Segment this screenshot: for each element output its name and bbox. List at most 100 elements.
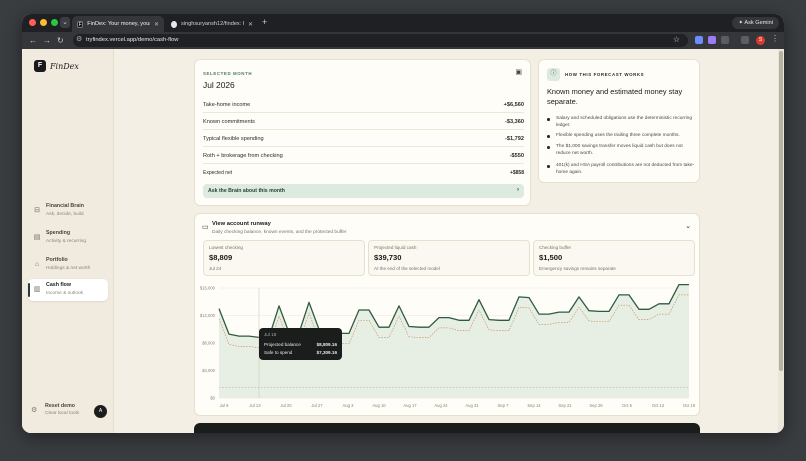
brand-name: FinDex	[50, 61, 79, 71]
bullet-text: Salary and scheduled obligations use the…	[556, 116, 692, 128]
x-tick-label: Jul 20	[280, 403, 292, 408]
stat-projected-liquid-cash: Projected liquid cash $39,730 At the end…	[368, 240, 530, 276]
minimize-window-button[interactable]	[40, 19, 47, 26]
x-tick-label: Sep 28	[589, 403, 603, 408]
summary-row: Known commitments -$3,360	[203, 115, 524, 130]
sidebar-item-cash-flow[interactable]: ▥ Cash flow Income & outlook	[28, 279, 108, 301]
sidebar-item-financial-brain[interactable]: ⊟ Financial Brain Ask, decide, build	[28, 200, 108, 222]
y-tick-label: $8,000	[202, 341, 215, 346]
y-tick-label: $12,000	[200, 313, 216, 318]
expected-net-row: Expected net +$858	[203, 166, 524, 181]
scrollbar-thumb[interactable]	[779, 51, 783, 371]
tooltip-label: Safe to spend	[264, 350, 293, 355]
sidebar-item-spending[interactable]: ▤ Spending Activity & recurring	[28, 227, 108, 249]
nav-title: Spending	[46, 230, 71, 236]
close-window-button[interactable]	[29, 19, 36, 26]
window-controls	[29, 19, 58, 26]
media-control-icon[interactable]	[741, 36, 749, 44]
x-tick-label: Aug 17	[403, 403, 417, 408]
stat-label: Checking buffer	[539, 245, 572, 250]
chart-tooltip: Jul 18 Projected balance $8,809.16 Safe …	[259, 328, 342, 360]
page-scrollbar[interactable]	[778, 49, 784, 433]
browser-tab-github[interactable]: singhsuryansh12/findex: FinDex ✕	[166, 16, 258, 32]
sidebar-item-portfolio[interactable]: ⌂ Portfolio Holdings & net worth	[28, 254, 108, 276]
row-value: +$858	[509, 170, 524, 176]
tooltip-date: Jul 18	[264, 332, 277, 337]
runway-title[interactable]: View account runway	[212, 221, 271, 227]
stat-checking-buffer: Checking buffer $1,500 Emergency savings…	[533, 240, 695, 276]
logo-mark: F	[34, 60, 46, 72]
extension-icon[interactable]	[708, 36, 716, 44]
close-tab-icon[interactable]: ✕	[248, 21, 253, 28]
user-avatar[interactable]: A	[94, 405, 107, 418]
forward-arrow-icon[interactable]: →	[43, 35, 51, 46]
back-arrow-icon[interactable]: ←	[29, 35, 37, 46]
nav-subtitle: Activity & recurring	[46, 239, 86, 244]
chevron-right-icon: ›	[517, 187, 519, 193]
list-item: Salary and scheduled obligations use the…	[547, 116, 697, 129]
bank-icon: ⌂	[34, 261, 40, 268]
tab-bar: ⌄ F FinDex: Your money, your tools ✕ sin…	[22, 14, 784, 32]
row-label: Typical flexible spending	[203, 136, 264, 142]
more-options-icon[interactable]: ⋮	[771, 34, 779, 43]
y-tick-label: $0	[210, 396, 215, 401]
extension-icon[interactable]	[695, 36, 703, 44]
list-item: Flexible spending uses the trailing thre…	[547, 133, 697, 140]
chevron-down-icon[interactable]: ⌄	[685, 222, 691, 230]
maximize-window-button[interactable]	[51, 19, 58, 26]
github-favicon-icon	[171, 20, 177, 28]
url-text: tryfindex.vercel.app/demo/cash-flow	[86, 37, 179, 43]
summary-row: Typical flexible spending -$1,792	[203, 132, 524, 147]
summary-row: Roth + brokerage from checking -$550	[203, 149, 524, 164]
nav-title: Financial Brain	[46, 203, 84, 209]
tooltip-label: Projected balance	[264, 342, 301, 347]
new-tab-plus-icon[interactable]: +	[262, 17, 267, 27]
bullet-dot	[547, 135, 550, 138]
x-tick-label: Jul 13	[249, 403, 261, 408]
profile-avatar[interactable]: S	[756, 36, 765, 45]
site-settings-icon[interactable]: ⚙	[76, 35, 82, 43]
row-label: Expected net	[203, 170, 233, 176]
tab-search-chevron-icon[interactable]: ⌄	[60, 17, 70, 28]
extensions-puzzle-icon[interactable]	[721, 36, 729, 44]
y-tick-label: $4,000	[202, 368, 215, 373]
account-runway-card: ▭ View account runway Daily checking bal…	[194, 213, 700, 416]
nav-subtitle: Ask, decide, build	[46, 212, 84, 217]
x-tick-label: Jul 6	[220, 403, 230, 408]
ask-gemini-label: Ask Gemini	[744, 20, 773, 26]
calendar-icon[interactable]: ▣	[515, 68, 522, 76]
nav-subtitle: Income & outlook	[46, 291, 84, 296]
nav-title: Cash flow	[46, 282, 72, 288]
close-tab-icon[interactable]: ✕	[154, 21, 159, 28]
card-eyebrow: SELECTED MONTH	[203, 71, 253, 76]
bookmark-star-icon[interactable]: ☆	[673, 35, 680, 44]
row-value: -$550	[509, 153, 524, 159]
findex-app: F FinDex ⊟ Financial Brain Ask, decide, …	[22, 49, 784, 433]
list-item: 401(k) and HSA payroll contributions are…	[547, 163, 697, 176]
row-value: -$1,792	[505, 136, 524, 142]
selected-month-card: SELECTED MONTH Jul 2026 ▣ Take-home inco…	[194, 59, 531, 206]
sidebar: F FinDex ⊟ Financial Brain Ask, decide, …	[22, 49, 114, 433]
browser-tab-findex[interactable]: F FinDex: Your money, your tools ✕	[72, 16, 164, 32]
url-bar[interactable]: ⚙ tryfindex.vercel.app/demo/cash-flow ☆	[73, 34, 688, 47]
stat-value: $8,809	[209, 253, 233, 262]
x-tick-label: Aug 24	[434, 403, 448, 408]
brand-logo[interactable]: F FinDex	[34, 60, 79, 72]
summary-row: Take-home income +$6,560	[203, 98, 524, 113]
nav-subtitle: Holdings & net worth	[46, 266, 91, 271]
chart-icon: ▥	[33, 286, 41, 293]
ask-gemini-button[interactable]: ✦ Ask Gemini	[732, 17, 779, 29]
x-tick-label: Aug 10	[372, 403, 386, 408]
x-tick-label: Oct 12	[652, 403, 665, 408]
ask-brain-button[interactable]: Ask the Brain about this month ›	[203, 184, 524, 198]
tab-title: singhsuryansh12/findex: FinDex	[180, 21, 244, 27]
reset-subtitle: Clear local tools	[45, 411, 80, 416]
stat-sub: Emergency savings remains separate	[539, 266, 616, 271]
info-icon: ⓘ	[547, 68, 560, 81]
bullet-text: The $1,000 savings transfer moves liquid…	[556, 144, 683, 156]
ask-brain-label: Ask the Brain about this month	[208, 188, 285, 194]
runway-subtitle: Daily checking balance, known events, an…	[212, 230, 347, 235]
reload-icon[interactable]: ↻	[57, 35, 64, 46]
reset-title: Reset demo	[45, 403, 76, 409]
forecast-heading: Known money and estimated money stay sep…	[547, 87, 683, 106]
